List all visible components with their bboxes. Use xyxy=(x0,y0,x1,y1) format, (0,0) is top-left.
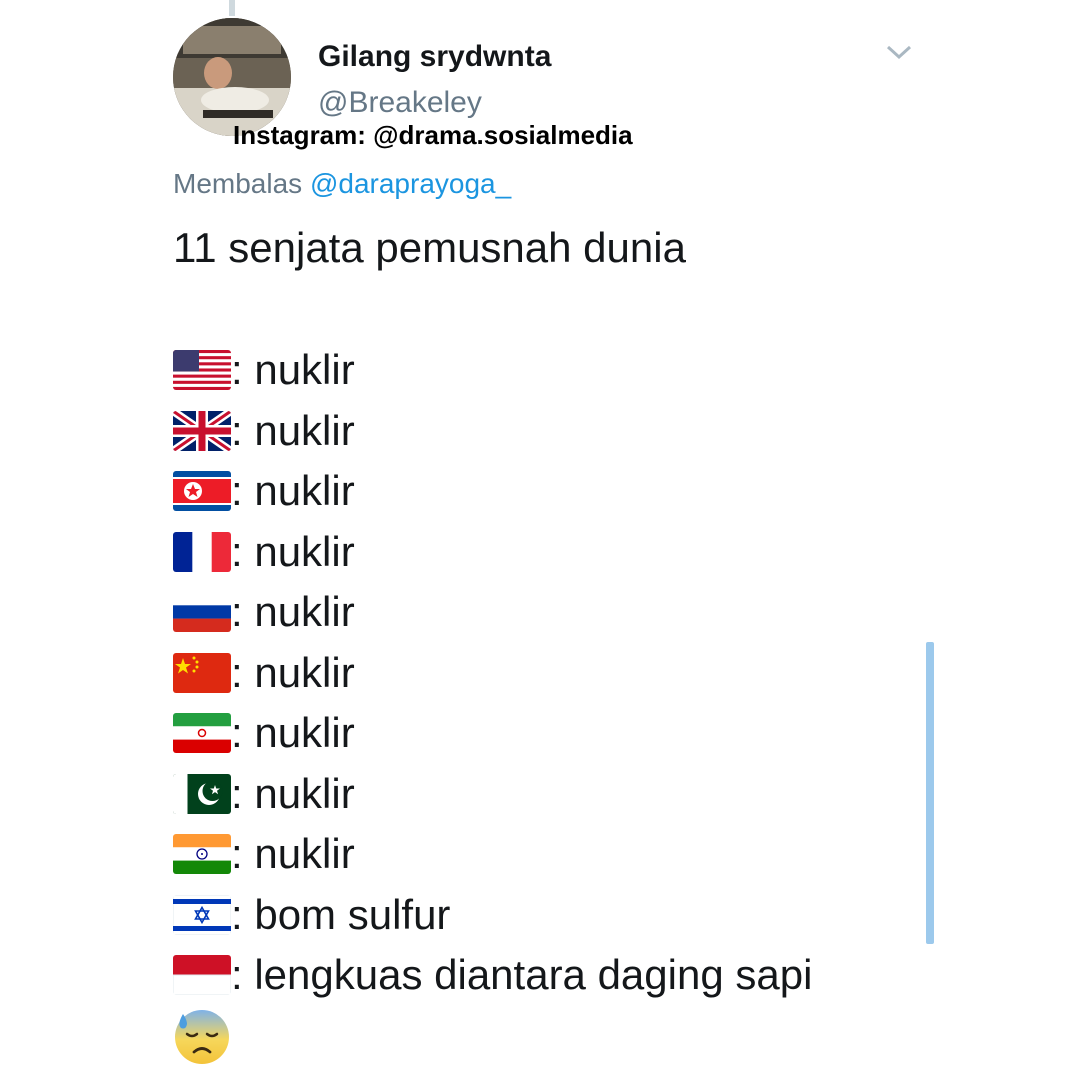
tweet-list: : nuklir : nuklir : nuklir: nuklir: nu… xyxy=(173,340,812,1006)
india-flag-icon xyxy=(173,834,231,875)
author-name[interactable]: Gilang srydwnta xyxy=(318,40,551,74)
list-item: : nuklir xyxy=(173,401,812,462)
row-text: : nuklir xyxy=(231,709,355,757)
tweet-title: 11 senjata pemusnah dunia xyxy=(173,224,686,271)
russia-flag-icon xyxy=(173,592,231,633)
avatar-photo xyxy=(173,18,291,136)
author-handle[interactable]: @Breakeley xyxy=(318,86,482,120)
israel-flag-icon xyxy=(173,894,231,935)
china-flag-icon xyxy=(173,652,231,693)
row-text: : nuklir xyxy=(231,588,355,636)
row-text: : bom sulfur xyxy=(231,890,451,938)
list-item: : nuklir xyxy=(173,582,812,643)
north-korea-flag-icon xyxy=(173,471,231,512)
row-text: : nuklir xyxy=(231,467,355,515)
list-item: : lengkuas diantara daging sapi xyxy=(173,945,812,1006)
list-item: : nuklir xyxy=(173,461,812,522)
row-text: : nuklir xyxy=(231,406,355,454)
reply-context: Membalas @daraprayoga_ xyxy=(173,168,511,200)
reply-mention-link[interactable]: @daraprayoga_ xyxy=(310,168,511,199)
chevron-down-icon[interactable] xyxy=(884,40,914,64)
scrollbar[interactable] xyxy=(926,642,934,944)
pakistan-flag-icon xyxy=(173,773,231,814)
uk-flag-icon xyxy=(173,410,231,451)
list-item: : nuklir xyxy=(173,764,812,825)
watermark-text: Instagram: @drama.sosialmedia xyxy=(233,120,633,150)
reply-prefix: Membalas xyxy=(173,168,303,199)
anxious-face-with-sweat-icon xyxy=(173,1008,231,1066)
row-text: : nuklir xyxy=(231,648,355,696)
thread-connector-line xyxy=(229,0,235,16)
list-item: : nuklir xyxy=(173,643,812,704)
list-item: : nuklir xyxy=(173,340,812,401)
list-item: : nuklir xyxy=(173,522,812,583)
row-text: : nuklir xyxy=(231,527,355,575)
iran-flag-icon xyxy=(173,713,231,754)
us-flag-icon xyxy=(173,350,231,391)
row-text: : nuklir xyxy=(231,830,355,878)
avatar[interactable] xyxy=(173,18,291,136)
row-text: : nuklir xyxy=(231,769,355,817)
indonesia-flag-icon xyxy=(173,955,231,996)
list-item: : nuklir xyxy=(173,703,812,764)
france-flag-icon xyxy=(173,531,231,572)
list-item: : nuklir xyxy=(173,824,812,885)
list-item: : bom sulfur xyxy=(173,885,812,946)
row-text: : nuklir xyxy=(231,346,355,394)
row-text: : lengkuas diantara daging sapi xyxy=(231,951,813,999)
